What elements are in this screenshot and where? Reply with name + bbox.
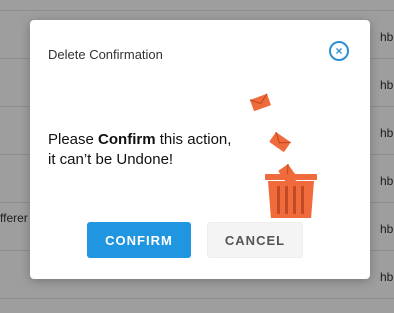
dialog-title: Delete Confirmation (48, 47, 163, 62)
close-icon[interactable]: × (329, 41, 349, 61)
confirmation-message: Please Confirm this action, it can’t be … (48, 130, 268, 170)
trash-can-icon (249, 93, 317, 218)
message-line-2: it can’t be Undone! (48, 151, 174, 168)
message-prefix: Please (48, 131, 99, 148)
envelope-icon (269, 131, 291, 152)
message-emphasis: Confirm (98, 131, 156, 148)
delete-confirmation-dialog: Delete Confirmation × Please Confirm thi… (30, 20, 370, 279)
confirm-button[interactable]: CONFIRM (87, 222, 191, 258)
envelope-icon (249, 93, 271, 111)
message-suffix: this action, (155, 131, 232, 148)
cancel-button[interactable]: CANCEL (207, 222, 303, 258)
